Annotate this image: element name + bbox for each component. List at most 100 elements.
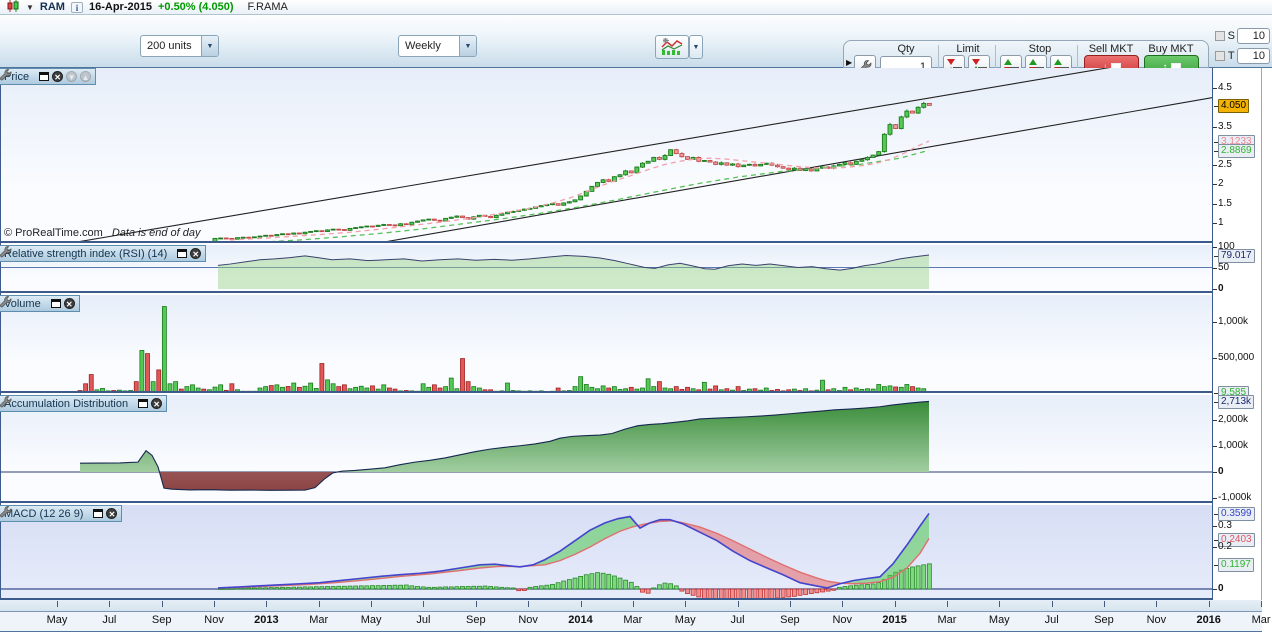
candle-body xyxy=(336,228,342,231)
volume-bar xyxy=(370,385,375,391)
macd-histogram-bar xyxy=(296,586,302,590)
close-icon[interactable]: ✕ xyxy=(63,298,75,309)
volume-bar xyxy=(820,379,825,391)
timeframe-select[interactable]: Weekly ▼ xyxy=(398,35,477,57)
time-axis-tick xyxy=(475,601,477,607)
trendline-upper[interactable] xyxy=(65,68,1212,243)
candle-body xyxy=(628,170,634,174)
volume-bar xyxy=(105,390,111,391)
close-icon[interactable]: ✕ xyxy=(190,248,202,259)
macd-histogram-bar xyxy=(251,587,257,590)
volume-bar xyxy=(173,381,179,391)
units-select-value: 200 units xyxy=(147,40,192,52)
candle-body xyxy=(341,229,347,231)
volume-bar xyxy=(617,389,623,391)
detach-window-icon[interactable] xyxy=(138,399,149,408)
macd-histogram-bar xyxy=(330,586,336,590)
macd-plot[interactable] xyxy=(0,505,1212,600)
volume-bar xyxy=(263,386,269,391)
rsi-panel-header: Relative strength index (RSI) (14) ✕ xyxy=(0,245,207,262)
macd-panel: MACD (12 26 9) ✕ xyxy=(0,505,1212,600)
macd-histogram-bar xyxy=(313,586,319,590)
axis-label-ad: 1,000k xyxy=(1212,440,1249,451)
copyright-text: © ProRealTime.com xyxy=(4,227,103,239)
volume-bar xyxy=(296,386,302,391)
accumulation-distribution-plot[interactable] xyxy=(0,395,1212,503)
macd-histogram-bar xyxy=(386,585,392,590)
macd-histogram-bar xyxy=(566,579,572,590)
macd-histogram-bar xyxy=(482,585,488,590)
volume-bar xyxy=(190,384,195,391)
volume-bar xyxy=(482,389,488,391)
candle-body xyxy=(330,228,336,231)
volume-bar xyxy=(870,388,876,391)
volume-plot[interactable] xyxy=(0,295,1212,393)
t-value-input[interactable]: 10 xyxy=(1236,47,1270,64)
volume-bar xyxy=(662,387,668,391)
t-checkbox[interactable] xyxy=(1215,50,1225,61)
price-plot[interactable] xyxy=(0,68,1212,243)
volume-bar xyxy=(83,383,89,391)
candle-body xyxy=(578,195,584,201)
chart-style-button[interactable] xyxy=(655,35,689,59)
macd-histogram-bar xyxy=(583,574,589,590)
instrument-symbol[interactable]: RAM xyxy=(40,1,65,13)
volume-bar xyxy=(775,389,780,391)
volume-bar xyxy=(88,374,94,391)
candle-body xyxy=(572,199,578,203)
close-icon[interactable]: ✕ xyxy=(106,508,118,519)
close-icon[interactable]: ✕ xyxy=(52,71,64,82)
timeframe-select-arrow-icon: ▼ xyxy=(459,36,476,56)
time-axis-tick xyxy=(1156,601,1158,607)
macd-histogram-bar xyxy=(257,587,263,590)
price-axis-gutter[interactable]: 4.5 4.050 3.5 3.1233 2.8869 2.5 2 1.5 1 100 79.017… xyxy=(1212,68,1262,600)
volume-bar xyxy=(583,384,589,391)
timeframe-select-value: Weekly xyxy=(405,40,441,52)
volume-bar xyxy=(589,386,595,391)
volume-panel: Volume ✕ xyxy=(0,295,1212,393)
time-axis-tick xyxy=(842,601,844,607)
trading-app-window: ▼ RAM i 16-Apr-2015 +0.50% (4.050) F.RAM… xyxy=(0,0,1272,633)
candle-body xyxy=(870,154,876,158)
close-icon[interactable]: ✕ xyxy=(151,398,163,409)
volume-bar xyxy=(791,388,797,391)
units-select[interactable]: 200 units ▼ xyxy=(140,35,219,57)
collapse-panel-arrow[interactable]: ▶ xyxy=(846,58,852,67)
rsi-panel-title: Relative strength index (RSI) (14) xyxy=(4,247,168,260)
volume-bar xyxy=(921,388,927,391)
time-axis-labels[interactable]: May Jul Sep Nov 2013 Mar May Jul Sep Nov 2014 Mar Ma… xyxy=(0,612,1271,632)
instrument-dropdown-icon[interactable]: ▼ xyxy=(26,3,34,12)
candle-body xyxy=(392,224,398,227)
move-up-icon[interactable]: ▲ xyxy=(80,71,92,82)
volume-bar xyxy=(898,386,904,391)
move-down-icon[interactable]: ▼ xyxy=(66,71,78,82)
candle-body xyxy=(448,216,454,219)
volume-bar xyxy=(724,388,730,391)
macd-histogram-bar xyxy=(735,588,741,598)
volume-bar xyxy=(763,387,769,391)
sell-mkt-label: Sell MKT xyxy=(1088,43,1134,55)
time-axis-tick xyxy=(894,601,896,607)
volume-bar xyxy=(251,390,257,391)
volume-bar xyxy=(268,385,274,391)
candle-body xyxy=(887,124,893,135)
volume-bar xyxy=(735,386,741,391)
volume-bar xyxy=(797,390,803,391)
detach-window-icon[interactable] xyxy=(50,299,61,308)
macd-histogram-bar xyxy=(505,587,510,590)
detach-window-icon[interactable] xyxy=(93,509,104,518)
candle-body xyxy=(375,224,381,227)
volume-bar xyxy=(640,387,645,391)
volume-bar xyxy=(859,389,865,391)
time-axis-tick-strip[interactable] xyxy=(0,600,1263,612)
detach-window-icon[interactable] xyxy=(39,72,50,81)
s-value-input[interactable]: 10 xyxy=(1237,27,1270,44)
info-icon[interactable]: i xyxy=(70,1,83,13)
macd-ribbon-segment xyxy=(608,520,611,538)
volume-bar xyxy=(752,388,758,391)
detach-window-icon[interactable] xyxy=(177,249,188,258)
s-checkbox[interactable] xyxy=(1215,30,1225,41)
title-bar: ▼ RAM i 16-Apr-2015 +0.50% (4.050) F.RAM… xyxy=(0,0,1272,15)
axis-label-macd: 0.2 xyxy=(1213,541,1232,552)
chart-style-dropdown-button[interactable]: ▼ xyxy=(689,35,703,59)
